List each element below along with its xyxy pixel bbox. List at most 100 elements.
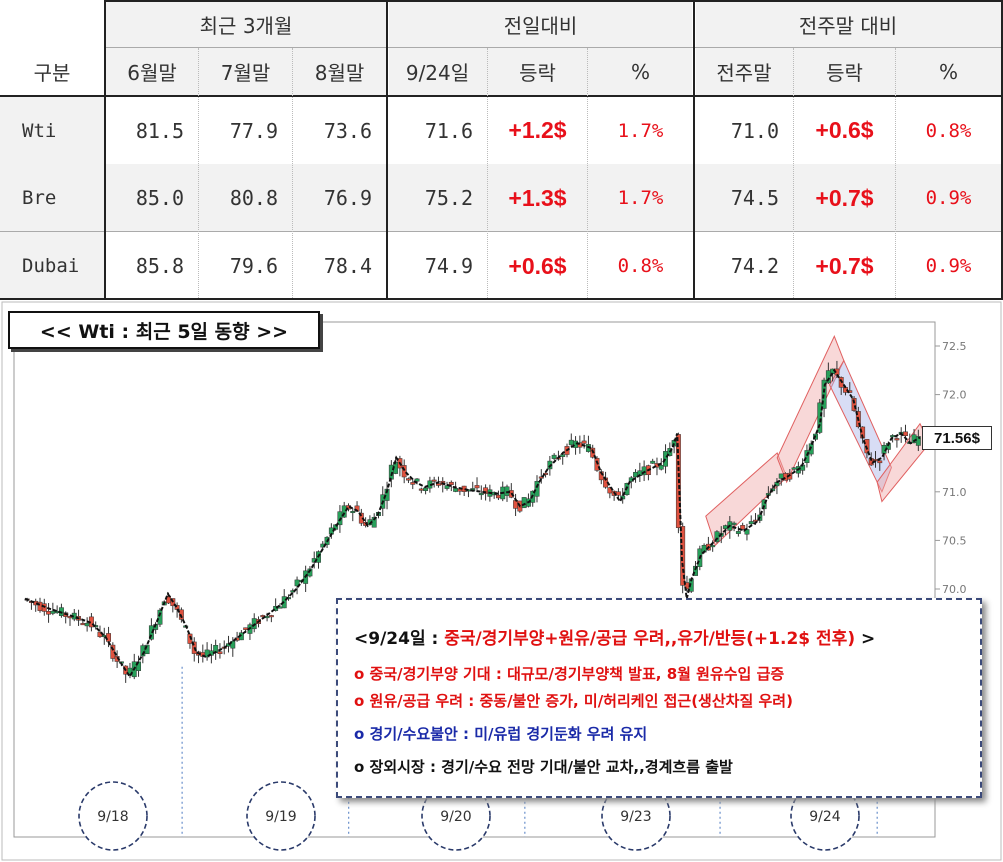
cell-dubai-name: Dubai — [22, 255, 80, 277]
cell-dubai-week-pct: 0.9% — [925, 255, 972, 277]
cell-dubai-aug: 78.4 — [323, 254, 372, 278]
candle-body — [264, 616, 270, 619]
candle-body — [453, 488, 459, 492]
day-label: 9/24 — [809, 809, 841, 825]
candle-body — [735, 531, 741, 534]
candle-body — [753, 519, 758, 522]
annotation-headline-suffix: > — [855, 629, 876, 649]
cell-wti-name: Wti — [22, 119, 57, 142]
candle-body — [615, 491, 621, 496]
candle-body — [243, 627, 249, 630]
cell-wti-week-end: 71.0 — [730, 118, 779, 143]
group-header-prevweek: 전주말 대비 — [798, 14, 898, 38]
cell-wti-week-chg: +0.6$ — [815, 117, 874, 143]
day-label: 9/20 — [440, 809, 471, 825]
annotation-headline-main: 중국/경기부양+원유/공급 우려,,유가/반등(+1.2$ 전후) — [444, 629, 856, 649]
annotation-item-otc: o 장외시장 : 경기/수요 전망 기대/불안 교차,,경계흐름 출발 — [354, 758, 733, 776]
candle-body — [663, 451, 668, 467]
candle-body — [791, 467, 797, 470]
candle-body — [903, 431, 908, 436]
annotation-headline: <9/24일 : 중국/경기부양+원유/공급 우려,,유가/반등(+1.2$ 전… — [354, 624, 966, 649]
annotation-item-demand: o 경기/수요불안 : 미/유럽 경기둔화 우려 유지 — [354, 725, 648, 743]
cell-dubai-jul: 79.6 — [229, 254, 278, 278]
cell-bre-week-pct: 0.9% — [925, 187, 972, 209]
day-label: 9/23 — [620, 809, 651, 825]
cell-bre-day-pct: 1.7% — [617, 187, 664, 209]
candle-body — [410, 482, 416, 485]
chart-panel: 70.070.571.071.572.072.59/189/199/209/23… — [0, 300, 1003, 862]
group-header-recent: 최근 3개월 — [199, 14, 293, 38]
candle-body — [448, 481, 454, 485]
col-header-category: 구분 — [33, 61, 71, 85]
chart-title: << Wti : 최근 5일 동향 >> — [8, 311, 320, 349]
candle-body — [658, 465, 664, 470]
candle-body — [217, 651, 223, 654]
annotation-item-china: o 중국/경기부양 기대 : 대규모/경기부양책 발표, 8월 원유수입 급증 — [354, 665, 785, 683]
cell-bre-jul: 80.8 — [229, 186, 278, 210]
candle-body — [431, 479, 437, 482]
candle-body — [551, 454, 557, 459]
cell-wti-aug: 73.6 — [323, 118, 372, 143]
col-header-pct: % — [630, 59, 650, 84]
candle-body — [560, 454, 566, 457]
candle-body — [521, 497, 527, 509]
candle-body — [495, 494, 501, 499]
candle-body — [778, 473, 784, 479]
y-tick-label: 70.5 — [942, 534, 967, 547]
y-tick-label: 70.0 — [942, 583, 967, 596]
cell-dubai-week-chg: +0.7$ — [815, 252, 874, 279]
candle-body — [731, 522, 737, 525]
group-header-prevday: 전일대비 — [503, 14, 578, 38]
day-label: 9/19 — [265, 809, 296, 825]
candle-body — [50, 610, 56, 614]
candle-body — [581, 440, 587, 444]
candle-body — [877, 460, 883, 464]
col-header-chg: 등락 — [519, 61, 556, 85]
cell-bre-aug: 76.9 — [323, 186, 372, 210]
cell-bre-today: 75.2 — [424, 186, 473, 210]
cell-dubai-week-end: 74.2 — [730, 254, 779, 278]
col-header-jun: 6월말 — [127, 61, 177, 85]
candle-body — [350, 511, 356, 514]
cell-dubai-today: 74.9 — [424, 254, 473, 278]
y-tick-label: 72.0 — [942, 389, 967, 402]
candle-body — [418, 488, 424, 491]
candle-body — [80, 623, 86, 626]
candle-body — [748, 521, 754, 525]
candle-body — [474, 485, 480, 489]
price-table: 최근 3개월 전일대비 전주말 대비 구분 6월말 7월말 8월말 9/24일 … — [0, 0, 1003, 300]
candle-body — [268, 615, 274, 618]
col-header-chg2: 등락 — [826, 61, 863, 85]
candle-body — [406, 478, 411, 481]
cell-wti-today: 71.6 — [424, 118, 473, 143]
col-header-date: 9/24일 — [405, 61, 470, 85]
candle-body — [46, 610, 52, 615]
col-header-jul: 7월말 — [220, 61, 271, 85]
cell-dubai-jun: 85.8 — [135, 254, 184, 278]
cell-wti-day-chg: +1.2$ — [508, 117, 567, 143]
candle-body — [513, 500, 519, 509]
candle-body — [894, 438, 900, 441]
cell-wti-jul: 77.9 — [229, 118, 278, 143]
cell-wti-jun: 81.5 — [135, 118, 184, 143]
last-price-label: 71.56$ — [922, 426, 992, 450]
cell-dubai-day-chg: +0.6$ — [508, 252, 567, 279]
y-tick-label: 72.5 — [942, 340, 967, 353]
cell-bre-jun: 85.0 — [135, 186, 184, 210]
annotation-item-supply: o 원유/공급 우려 : 중동/불안 증가, 미/허리케인 접근(생산차질 우려… — [354, 692, 793, 710]
annotation-headline-prefix: <9/24일 : — [354, 629, 445, 649]
col-header-week-end: 전주말 — [716, 61, 772, 85]
candle-body — [568, 439, 574, 446]
candle-body — [710, 545, 716, 548]
y-tick-label: 71.0 — [942, 486, 967, 499]
cell-dubai-day-pct: 0.8% — [617, 255, 664, 277]
day-label: 9/18 — [97, 809, 128, 825]
col-header-aug: 8월말 — [314, 61, 365, 85]
cell-bre-name: Bre — [22, 187, 57, 209]
candle-body — [478, 493, 484, 496]
candle-body — [84, 622, 90, 627]
candle-body — [534, 481, 540, 497]
candle-body — [650, 460, 656, 464]
col-header-pct2: % — [938, 59, 958, 84]
candle-body — [740, 525, 746, 530]
